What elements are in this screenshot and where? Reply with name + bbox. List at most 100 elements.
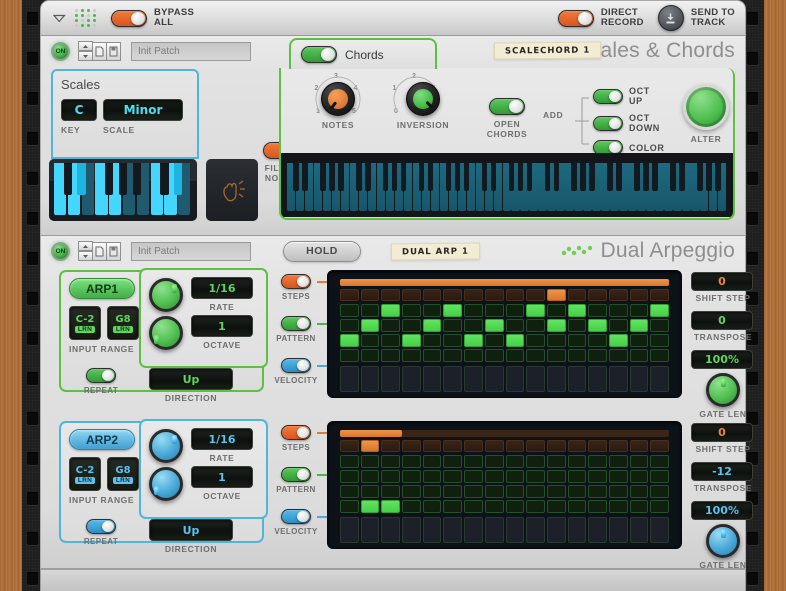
arp1-shift-step-display[interactable]: 0 <box>691 272 753 291</box>
arp2-pattern-cell[interactable] <box>567 485 587 498</box>
arp1-velocity-cell[interactable] <box>340 366 359 392</box>
arp1-pattern-cell[interactable] <box>340 304 359 317</box>
arp1-pattern-cell[interactable] <box>340 349 359 362</box>
arp2-pattern-cell[interactable] <box>340 485 359 498</box>
arp2-pattern-cell[interactable] <box>567 470 587 483</box>
arp1-pattern-cell[interactable] <box>546 334 566 347</box>
key-black[interactable] <box>302 163 308 191</box>
key-black[interactable] <box>643 163 649 191</box>
key-black[interactable] <box>418 163 425 191</box>
arp1-step-cell[interactable] <box>443 289 463 301</box>
key-black[interactable] <box>490 163 497 191</box>
arp2-pattern-cell[interactable] <box>340 470 359 483</box>
arp1-pattern-cell[interactable] <box>608 334 628 347</box>
arp2-velocity-cell[interactable] <box>567 517 587 543</box>
key-black[interactable] <box>63 163 72 195</box>
key-black[interactable] <box>355 163 362 191</box>
arp1-pattern-cell[interactable] <box>340 319 359 332</box>
arp1-pattern-cell[interactable] <box>360 334 380 347</box>
key-black[interactable] <box>706 163 712 191</box>
arp1-pattern-cell[interactable] <box>360 304 380 317</box>
arp2-velocity-cell[interactable] <box>526 517 545 543</box>
arp1-pattern-cell[interactable] <box>402 304 421 317</box>
arp2-pattern-cell[interactable] <box>546 470 566 483</box>
arp2-step-cell[interactable] <box>608 440 628 452</box>
arp1-gate-len-knob[interactable] <box>706 373 740 407</box>
arp2-pattern-cell[interactable] <box>381 455 401 468</box>
bypass-all-toggle[interactable] <box>111 9 147 27</box>
patch-up-button[interactable] <box>78 41 93 51</box>
key-black[interactable] <box>293 163 299 191</box>
patch-browse-button[interactable] <box>92 41 107 61</box>
arp1-velocity-cell[interactable] <box>484 366 504 392</box>
key-black[interactable] <box>544 163 551 191</box>
arp2-pattern-cell[interactable] <box>402 485 421 498</box>
arp2-transpose-display[interactable]: -12 <box>691 462 753 481</box>
key-black[interactable] <box>580 163 586 191</box>
arp2-pattern-cell[interactable] <box>464 470 483 483</box>
arp2-pattern-cell[interactable] <box>526 485 545 498</box>
key-black[interactable] <box>715 163 721 191</box>
arp2-velocity-cell[interactable] <box>360 517 380 543</box>
arp2-pattern-cell[interactable] <box>340 500 359 513</box>
arp2-pattern-cell[interactable] <box>422 455 442 468</box>
alter-knob[interactable] <box>683 84 729 130</box>
arp2-pattern-toggle[interactable] <box>281 467 311 482</box>
arp1-pattern-cell[interactable] <box>402 349 421 362</box>
key-black[interactable] <box>652 163 658 191</box>
arp1-pattern-cell[interactable] <box>443 304 463 317</box>
arp1-pattern-cell[interactable] <box>588 349 607 362</box>
arp1-pattern-cell[interactable] <box>526 349 545 362</box>
arp1-input-range-high[interactable]: G8 LRN <box>107 306 139 340</box>
arp-patch-save-button[interactable] <box>106 241 121 261</box>
key-black[interactable] <box>118 163 128 195</box>
arp1-pattern-cell[interactable] <box>340 334 359 347</box>
arp1-velocity-cell[interactable] <box>443 366 463 392</box>
arp1-pattern-cell[interactable] <box>422 349 442 362</box>
key-black[interactable] <box>364 163 371 191</box>
arp1-pattern-cell[interactable] <box>650 319 669 332</box>
arp2-step-cell[interactable] <box>526 440 545 452</box>
arp1-pattern-cell[interactable] <box>443 319 463 332</box>
scale-keyboard[interactable] <box>49 159 197 221</box>
arp2-pattern-cell[interactable] <box>402 470 421 483</box>
arp2-octave-knob[interactable] <box>149 466 183 501</box>
key-black[interactable] <box>454 163 461 191</box>
arp1-direction-display[interactable]: Up <box>149 368 233 390</box>
arp2-name-badge[interactable]: ARP2 <box>69 429 135 450</box>
arp2-range-low-learn[interactable]: LRN <box>74 476 96 484</box>
key-black[interactable] <box>670 163 676 191</box>
arp1-sequencer-grid[interactable] <box>327 270 682 398</box>
arp2-pattern-cell[interactable] <box>546 455 566 468</box>
arp1-pattern-cell[interactable] <box>546 319 566 332</box>
arp2-pattern-cell[interactable] <box>650 470 669 483</box>
arp2-pattern-cell[interactable] <box>608 470 628 483</box>
arp1-pattern-cell[interactable] <box>567 319 587 332</box>
arp2-pattern-cell[interactable] <box>526 500 545 513</box>
scales-power-button[interactable]: ON <box>51 41 70 61</box>
arp1-pattern-cell[interactable] <box>484 349 504 362</box>
arp2-pattern-cell[interactable] <box>505 485 525 498</box>
arp2-velocity-cell[interactable] <box>546 517 566 543</box>
arp2-pattern-cell[interactable] <box>526 455 545 468</box>
arp2-input-range-low[interactable]: C-2 LRN <box>69 457 101 491</box>
arp-patch-browse-button[interactable] <box>92 241 107 261</box>
arp1-pattern-cell[interactable] <box>360 319 380 332</box>
key-black[interactable] <box>445 163 452 191</box>
arp1-pattern-cell[interactable] <box>505 304 525 317</box>
arp1-pattern-cell[interactable] <box>588 304 607 317</box>
arp2-pattern-cell[interactable] <box>505 455 525 468</box>
arp2-velocity-cell[interactable] <box>650 517 669 543</box>
arp1-rate-knob[interactable] <box>149 277 183 312</box>
key-black[interactable] <box>634 163 640 191</box>
chord-keyboard[interactable] <box>281 153 733 217</box>
arp1-pattern-cell[interactable] <box>546 349 566 362</box>
arp1-pattern-cell[interactable] <box>484 319 504 332</box>
add-toggle-oct-down[interactable] <box>593 115 623 131</box>
arp1-octave-display[interactable]: 1 <box>191 315 253 337</box>
inversion-knob[interactable] <box>406 82 440 116</box>
arp2-octave-display[interactable]: 1 <box>191 466 253 488</box>
arp2-pattern-cell[interactable] <box>567 500 587 513</box>
arp2-repeat-toggle[interactable] <box>86 519 116 534</box>
arp2-steps-toggle[interactable] <box>281 425 311 440</box>
